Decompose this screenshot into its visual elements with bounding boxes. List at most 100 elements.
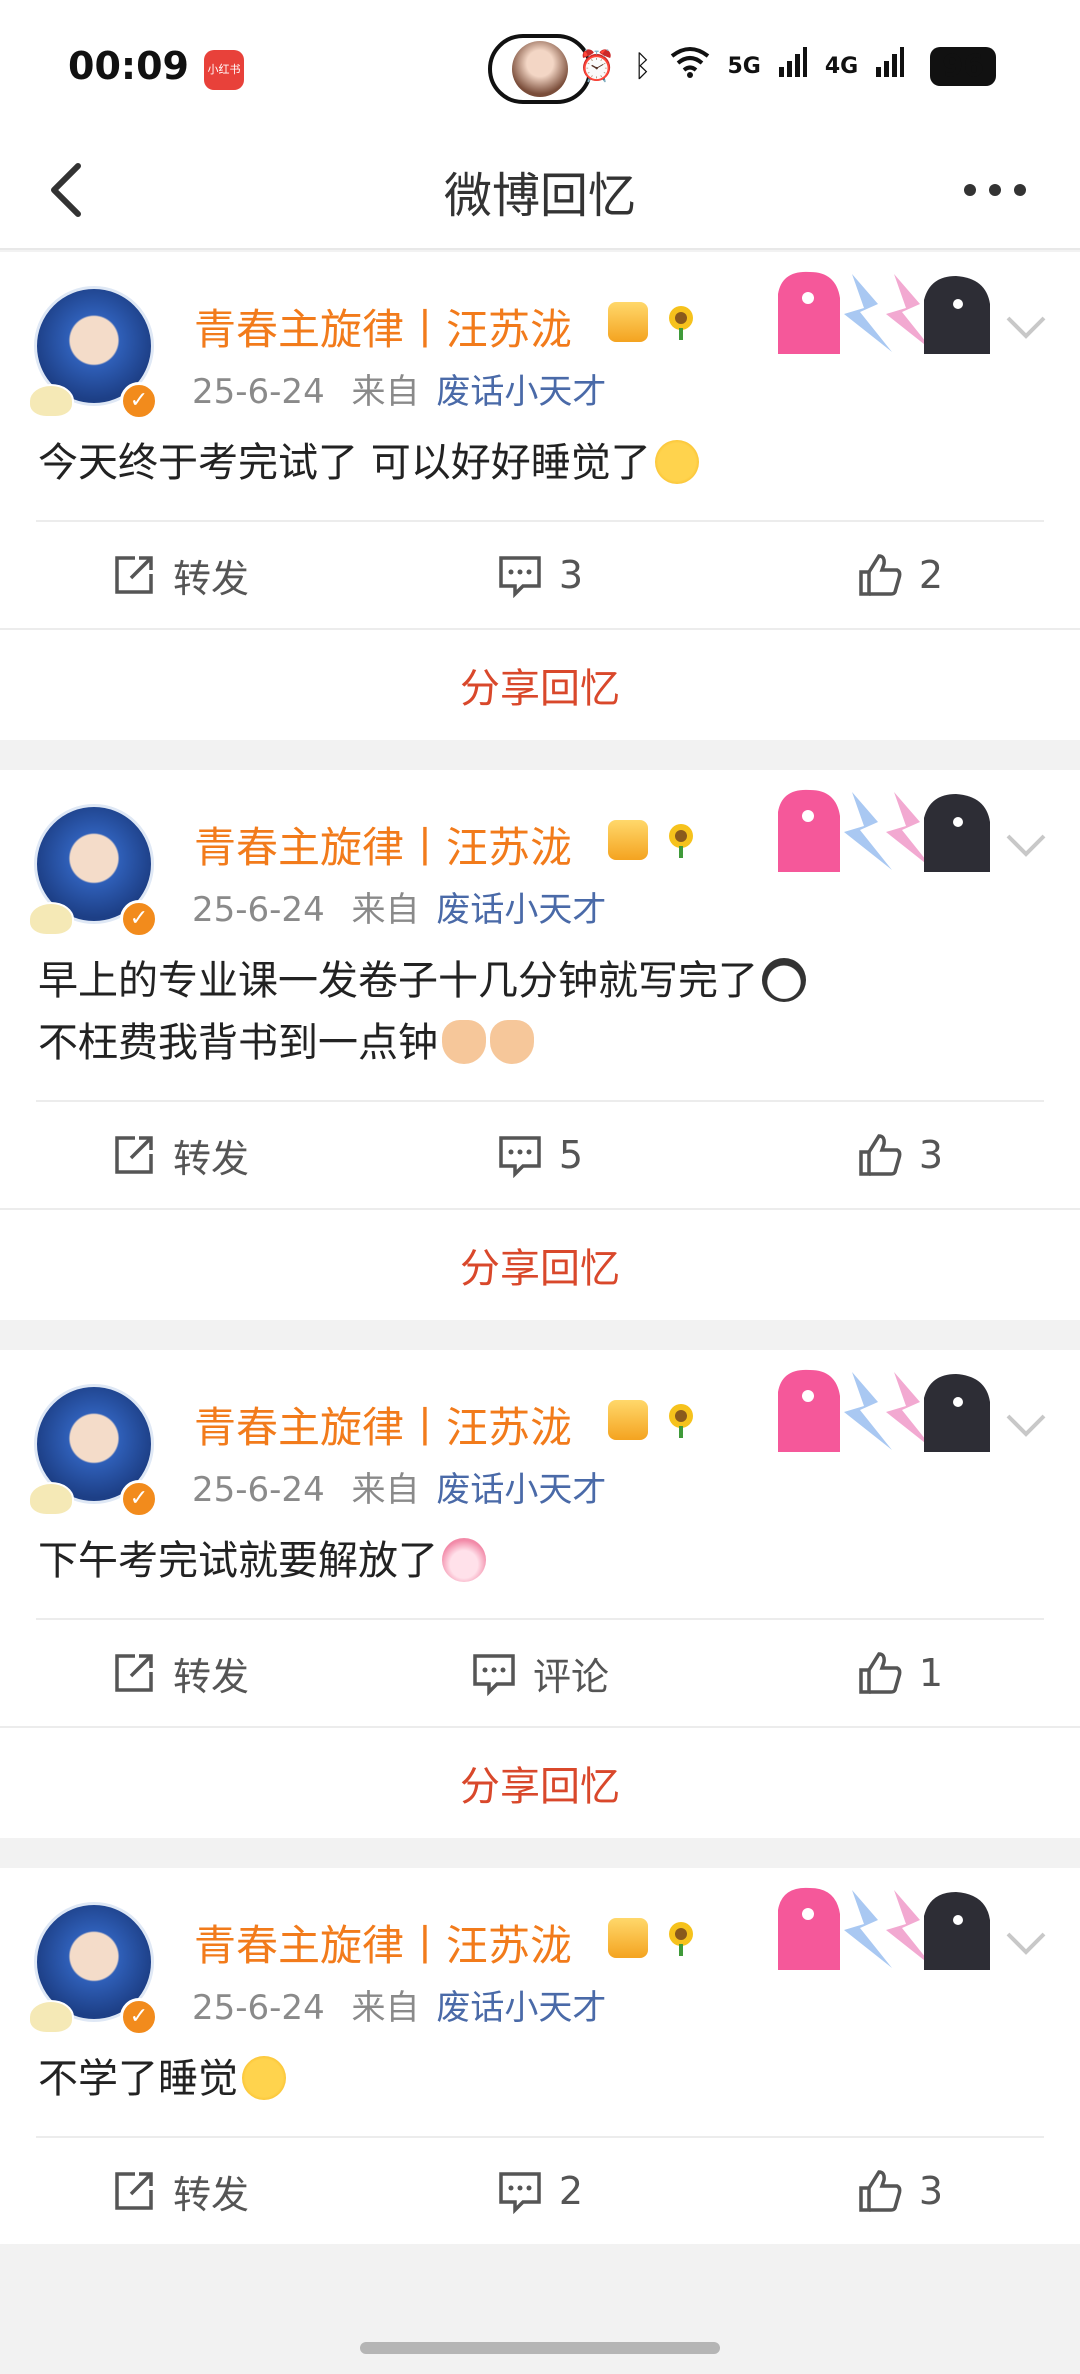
repost-button[interactable]: 转发 (0, 548, 360, 603)
post-actions: 转发 2 3 (0, 2138, 1080, 2244)
repost-label: 转发 (172, 2172, 249, 2217)
chevron-down-icon[interactable] (1002, 312, 1050, 342)
sunflower-icon (669, 1404, 693, 1438)
share-memory-button[interactable]: 分享回忆 (0, 628, 1080, 740)
memory-feed: ✓ 青春主旋律丨汪苏泷 25-6-24 来自 废话小天才 今天终于考完试了 可以… (0, 252, 1080, 2274)
username[interactable]: 青春主旋律丨汪苏泷 (194, 296, 572, 357)
from-label: 来自 (351, 890, 420, 930)
more-options-icon[interactable] (960, 170, 1030, 210)
post-date: 25-6-24 (192, 1470, 325, 1510)
avatar-icon (512, 41, 568, 97)
post-source[interactable]: 废话小天才 (436, 1988, 606, 2028)
post-line: 早上的专业课一发卷子十几分钟就写完了 (38, 958, 758, 1004)
avatar-decoration (28, 902, 74, 936)
thumbs-up-icon (859, 1134, 902, 1176)
repost-icon (115, 2172, 153, 2210)
username[interactable]: 青春主旋律丨汪苏泷 (194, 814, 572, 875)
share-memory-button[interactable]: 分享回忆 (0, 1726, 1080, 1838)
post-source[interactable]: 废话小天才 (436, 372, 606, 412)
post-line: 不枉费我背书到一点钟 (38, 1020, 438, 1066)
dinosaur-decoration-icon (778, 1887, 990, 1970)
post-source[interactable]: 废话小天才 (436, 1470, 606, 1510)
comment-count: 5 (558, 1133, 584, 1177)
repost-button[interactable]: 转发 (0, 1646, 360, 1701)
like-button[interactable]: 3 (720, 1132, 1080, 1178)
comment-count: 2 (558, 2169, 584, 2213)
thumbs-up-icon (859, 1652, 902, 1694)
from-label: 来自 (351, 1470, 420, 1510)
post-meta: 25-6-24 来自 废话小天才 (192, 1980, 606, 2029)
verified-badge-icon: ✓ (120, 1998, 158, 2036)
like-count: 3 (918, 2169, 944, 2213)
post-line: 不学了睡觉 (38, 2056, 238, 2102)
status-bar: 00:09 小红书 ⏰ ᛒ 5G 4G 96 (0, 0, 1080, 130)
sunflower-icon (669, 306, 693, 340)
signal-5g-icon: 5G (727, 53, 761, 79)
avatar-decoration (28, 1482, 74, 1516)
comment-button[interactable]: 3 (360, 552, 720, 598)
bluetooth-icon: ᛒ (633, 48, 652, 84)
panda-emoji-icon (762, 958, 806, 1002)
repost-button[interactable]: 转发 (0, 1128, 360, 1183)
comment-label: 评论 (532, 1654, 609, 1699)
dinosaur-decoration-icon (778, 1369, 990, 1452)
repost-button[interactable]: 转发 (0, 2164, 360, 2219)
anime-girl-emoji-icon (442, 1538, 486, 1582)
post-meta: 25-6-24 来自 废话小天才 (192, 364, 606, 413)
dinosaur-decoration-icon (778, 271, 990, 354)
thumbs-up-icon (859, 554, 902, 596)
chevron-down-icon[interactable] (1002, 1410, 1050, 1440)
xiaohongshu-app-icon: 小红书 (204, 50, 244, 90)
status-time: 00:09 (68, 44, 189, 88)
live-activity-avatar[interactable] (488, 34, 592, 104)
comment-icon (499, 556, 541, 598)
signal-bars-icon (778, 47, 807, 85)
post-text: 不学了睡觉 (0, 2048, 1080, 2136)
comment-count: 3 (558, 553, 584, 597)
like-count: 1 (918, 1651, 944, 1695)
like-button[interactable]: 3 (720, 2168, 1080, 2214)
crying-emoji-icon (654, 440, 699, 484)
like-button[interactable]: 2 (720, 552, 1080, 598)
chevron-down-icon[interactable] (1002, 830, 1050, 860)
signal-4g-icon: 4G (824, 53, 859, 79)
repost-icon (115, 1654, 153, 1692)
from-label: 来自 (351, 372, 420, 412)
nav-bar: 微博回忆 (0, 130, 1080, 250)
share-memory-button[interactable]: 分享回忆 (0, 1208, 1080, 1320)
page-title: 微博回忆 (443, 168, 636, 224)
comment-button[interactable]: 5 (360, 1132, 720, 1178)
post-source[interactable]: 废话小天才 (436, 890, 606, 930)
comment-icon (473, 1654, 515, 1696)
chevron-down-icon[interactable] (1002, 1928, 1050, 1958)
battery-indicator: 96 (930, 46, 996, 86)
comment-button[interactable]: 评论 (360, 1646, 720, 1701)
verified-badge-icon: ✓ (120, 382, 158, 420)
like-button[interactable]: 1 (720, 1650, 1080, 1696)
post-line: 今天终于考完试了 可以好好睡觉了 (38, 440, 651, 486)
comment-button[interactable]: 2 (360, 2168, 720, 2214)
username[interactable]: 青春主旋律丨汪苏泷 (194, 1912, 572, 1973)
verified-badge-icon: ✓ (120, 1480, 158, 1518)
post-actions: 转发 3 2 (0, 522, 1080, 628)
repost-icon (115, 1136, 153, 1174)
post-meta: 25-6-24 来自 废话小天才 (192, 882, 606, 931)
post-text: 下午考完试就要解放了 (0, 1530, 1080, 1618)
repost-label: 转发 (172, 556, 249, 601)
status-icons: ⏰ ᛒ 5G 4G 96 (578, 46, 996, 86)
home-indicator[interactable] (360, 2342, 720, 2354)
post-card: ✓ 青春主旋律丨汪苏泷 25-6-24 来自 废话小天才 今天终于考完试了 可以… (0, 252, 1080, 740)
post-card: ✓ 青春主旋律丨汪苏泷 25-6-24 来自 废话小天才 下午考完试就要解放了 (0, 1350, 1080, 1838)
crown-badge-icon (608, 302, 648, 342)
like-count: 3 (918, 1133, 944, 1177)
sunflower-icon (669, 824, 693, 858)
like-count: 2 (918, 553, 944, 597)
avatar-decoration (28, 2000, 74, 2034)
comment-icon (499, 2172, 541, 2214)
post-date: 25-6-24 (192, 372, 325, 412)
crown-badge-icon (608, 1918, 648, 1958)
avatar-decoration (28, 384, 74, 418)
repost-icon (115, 556, 153, 594)
username[interactable]: 青春主旋律丨汪苏泷 (194, 1394, 572, 1455)
post-line: 下午考完试就要解放了 (38, 1538, 438, 1584)
